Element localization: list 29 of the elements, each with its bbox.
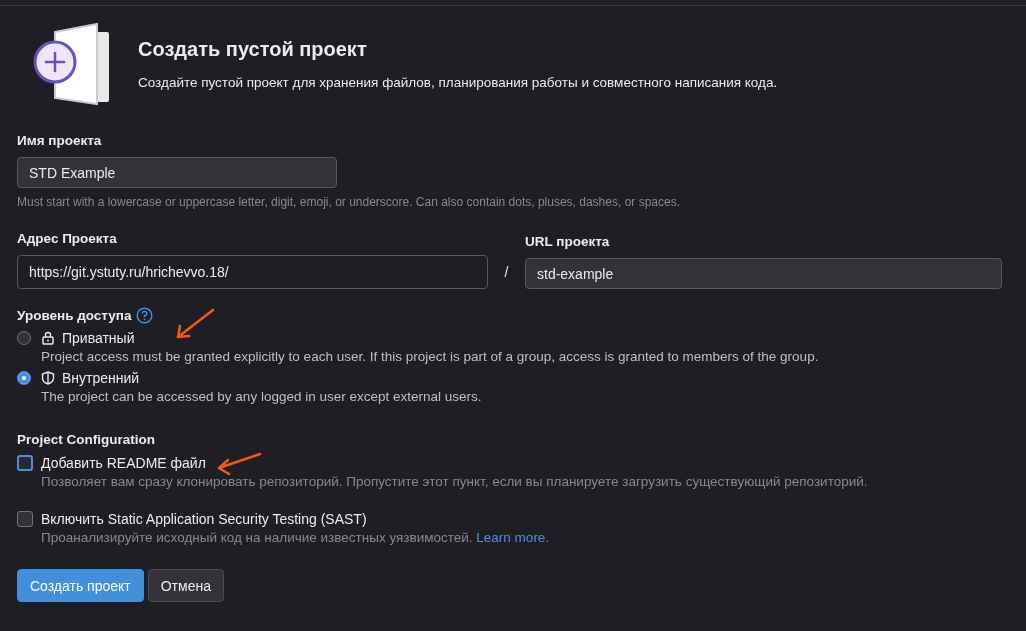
help-icon[interactable]	[136, 307, 154, 324]
path-separator: /	[503, 263, 510, 282]
field-label: Имя проекта	[17, 133, 103, 148]
page-description: Создайте пустой проект для хранения файлов, планирования работы и совместного написания кода.	[138, 75, 778, 90]
option-description: Проанализируйте исходный код на наличие известных уязвимостей. Learn more.	[41, 530, 551, 545]
field-label: Адрес Проекта	[17, 231, 118, 246]
option-description: The project can be accessed by any logged in user except external users.	[41, 389, 483, 404]
radio-button[interactable]	[17, 371, 31, 385]
checkbox[interactable]	[17, 511, 33, 527]
project-address-input[interactable]: https://git.ystuty.ru/hrichevvo.18/	[17, 255, 488, 289]
option-description: Позволяет вам сразу клонировать репозиторий. Пропустите этот пункт, если вы планируете загрузить существующий репозиторий.	[41, 474, 869, 489]
radio-label: Внутренний	[62, 370, 140, 386]
section-label: Project Configuration	[17, 432, 156, 447]
lock-icon	[41, 331, 55, 345]
checkbox[interactable]	[17, 455, 33, 471]
cancel-button[interactable]: Отмена	[147, 569, 224, 602]
project-url-input[interactable]: std-example	[525, 258, 1002, 289]
checkbox-label: Включить Static Application Security Testing (SAST)	[41, 511, 367, 527]
page-title: Создать пустой проект	[138, 38, 368, 61]
option-description: Project access must be granted explicitly to each user. If this project is part of a group, access is granted to members of the group.	[41, 349, 820, 364]
learn-more-link[interactable]: Learn more.	[476, 530, 550, 545]
project-name-input[interactable]: STD Example	[17, 157, 337, 188]
field-label: URL проекта	[525, 234, 611, 249]
checkbox-label: Добавить README файл	[41, 455, 206, 471]
shield-icon	[41, 371, 55, 385]
field-hint: Must start with a lowercase or uppercase letter, digit, emoji, or underscore. Can also contain dots, pluses, dashes, or spaces.	[17, 195, 681, 209]
section-label: Уровень доступа	[17, 308, 132, 323]
radio-label: Приватный	[62, 330, 135, 346]
radio-button[interactable]	[17, 331, 31, 345]
